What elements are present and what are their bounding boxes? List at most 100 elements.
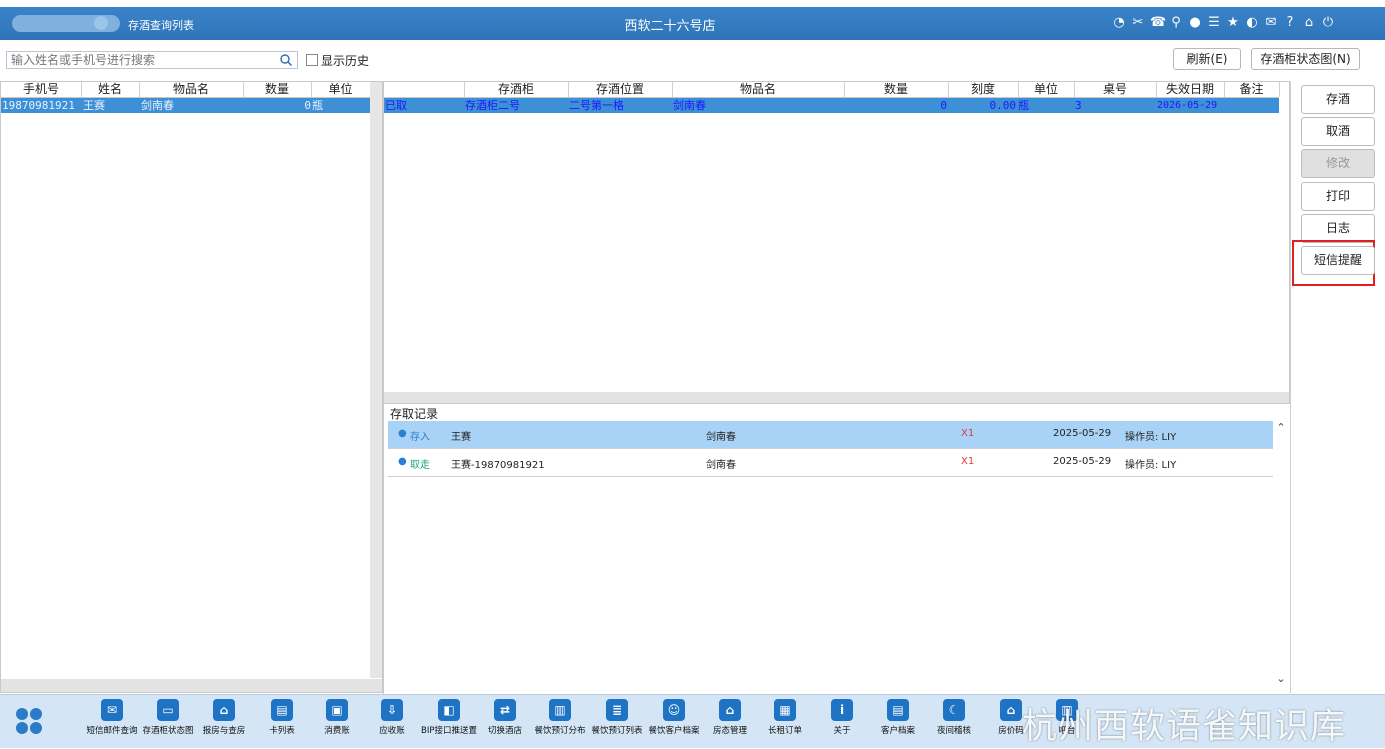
info-icon: i (831, 699, 853, 721)
bottom-item-bip[interactable]: ◧ BIP接口推送置 (418, 699, 480, 736)
bottom-item-card-list[interactable]: ▤ 卡列表 (260, 699, 304, 736)
col-name[interactable]: 姓名 (81, 82, 140, 97)
card-icon: ▤ (271, 699, 293, 721)
record-dot-icon: ● (398, 428, 407, 439)
col-position[interactable]: 存酒位置 (568, 82, 673, 97)
bottom-item-switch-hotel[interactable]: ⇄ 切换酒店 (483, 699, 527, 736)
palette-icon[interactable]: ● (1188, 15, 1202, 33)
bottom-item-dining-list[interactable]: ≣ 餐饮预订列表 (589, 699, 645, 736)
mail-icon[interactable]: ✉ (1264, 15, 1278, 33)
records-title: 存取记录 (390, 407, 439, 421)
tools-icon[interactable]: ✂ (1131, 15, 1145, 33)
phone-icon[interactable]: ☎ (1150, 15, 1166, 33)
bottom-item-sms-mail[interactable]: ✉ 短信邮件查询 (85, 699, 139, 736)
record-count: X1 (961, 428, 975, 439)
customer-icon: ☺ (663, 699, 685, 721)
table-row[interactable]: 19870981921 王赛 剑南春 0 瓶 (1, 98, 370, 113)
log-button[interactable]: 日志 (1301, 214, 1375, 243)
titlebar-icons: ◔ ✂ ☎ ⚲ ● ☰ ★ ◐ ✉ ? ⌂ ⏻ (1112, 15, 1335, 33)
house-icon: ⌂ (719, 699, 741, 721)
vertical-scrollbar[interactable] (370, 82, 382, 678)
col-status[interactable] (384, 82, 465, 97)
side-divider (1290, 81, 1291, 693)
wifi-icon[interactable]: ◔ (1112, 15, 1126, 33)
deposit-button[interactable]: 存酒 (1301, 85, 1375, 114)
bottom-item-room-report[interactable]: ⌂ 报房与查房 (198, 699, 250, 736)
cell-cabinet: 存酒柜二号 (465, 99, 520, 112)
window-title: 西软二十六号店 (624, 19, 716, 34)
refresh-button[interactable]: 刷新(E) (1173, 48, 1241, 70)
col-unit[interactable]: 单位 (1018, 82, 1075, 97)
horizontal-scrollbar[interactable] (1, 679, 382, 692)
cell-item: 剑南春 (673, 99, 706, 112)
search-icon[interactable] (279, 53, 293, 67)
bottom-item-consumption[interactable]: ▣ 消费账 (315, 699, 359, 736)
search-input[interactable] (11, 52, 273, 68)
record-item[interactable]: ● 取走 王赛-19870981921 剑南春 X1 2025-05-29 操作… (388, 449, 1273, 477)
bottom-item-receivable[interactable]: ⇩ 应收账 (370, 699, 414, 736)
col-scale[interactable]: 刻度 (948, 82, 1019, 97)
bottom-item-room-status[interactable]: ⌂ 房态管理 (708, 699, 752, 736)
withdraw-button[interactable]: 取酒 (1301, 117, 1375, 146)
cell-note (1225, 98, 1277, 113)
print-button[interactable]: 打印 (1301, 182, 1375, 211)
location-icon[interactable]: ⚲ (1169, 15, 1183, 33)
show-history-toggle[interactable]: 显示历史 (306, 52, 369, 68)
col-expiry[interactable]: 失效日期 (1156, 82, 1225, 97)
app-grid-icon[interactable] (13, 705, 45, 737)
col-unit[interactable]: 单位 (311, 82, 371, 97)
col-phone[interactable]: 手机号 (1, 82, 82, 97)
tab-label[interactable]: 存酒查询列表 (128, 17, 194, 33)
power-icon[interactable]: ⏻ (1321, 15, 1335, 33)
watermark: 杭州西软语雀知识库 (1022, 707, 1347, 747)
moon-icon: ☾ (943, 699, 965, 721)
show-history-checkbox[interactable] (306, 54, 318, 66)
contrast-icon[interactable]: ◐ (1245, 15, 1259, 33)
table-header: 手机号 姓名 物品名 数量 单位 (1, 82, 371, 98)
scroll-down-icon[interactable]: ⌄ (1274, 672, 1288, 686)
col-qty[interactable]: 数量 (243, 82, 312, 97)
mail-icon: ✉ (101, 699, 123, 721)
bottom-item-customer-profile[interactable]: ▤ 客户档案 (876, 699, 920, 736)
bottom-item-about[interactable]: i 关于 (830, 699, 854, 736)
cell-unit: 瓶 (1018, 99, 1029, 112)
record-item[interactable]: ● 存入 王赛 剑南春 X1 2025-05-29 操作员: LIY (388, 421, 1273, 449)
title-bar: 存酒查询列表 西软二十六号店 ◔ ✂ ☎ ⚲ ● ☰ ★ ◐ ✉ ? ⌂ ⏻ (0, 7, 1385, 40)
cell-unit: 瓶 (312, 99, 323, 112)
deposit-list-table: 手机号 姓名 物品名 数量 单位 19870981921 王赛 剑南春 0 瓶 (0, 81, 383, 693)
record-date: 2025-05-29 (1053, 428, 1112, 439)
bottom-item-night-audit[interactable]: ☾ 夜间稽核 (932, 699, 976, 736)
bottom-item-long-rent[interactable]: ▦ 长租订单 (763, 699, 807, 736)
bottom-item-dining-customers[interactable]: ☺ 餐饮客户档案 (646, 699, 702, 736)
tab-pill[interactable] (12, 15, 120, 32)
col-qty[interactable]: 数量 (844, 82, 949, 97)
cabinet-status-button[interactable]: 存酒柜状态图(N) (1251, 48, 1360, 70)
sms-reminder-button[interactable]: 短信提醒 (1301, 246, 1375, 275)
col-item[interactable]: 物品名 (672, 82, 845, 97)
record-dot-icon: ● (398, 456, 407, 467)
help-icon[interactable]: ? (1283, 15, 1297, 33)
scroll-up-icon[interactable]: ⌃ (1274, 421, 1288, 435)
modify-button[interactable]: 修改 (1301, 149, 1375, 178)
cell-phone: 19870981921 (2, 99, 75, 112)
col-item[interactable]: 物品名 (139, 82, 244, 97)
record-item-name: 剑南春 (706, 460, 736, 471)
record-person: 王赛 (451, 432, 471, 443)
list-icon: ≣ (606, 699, 628, 721)
access-records-panel: 存取记录 ● 存入 王赛 剑南春 X1 2025-05-29 操作员: LIY … (383, 404, 1290, 694)
bottom-item-cabinet-status[interactable]: ▭ 存酒柜状态图 (141, 699, 195, 736)
record-date: 2025-05-29 (1053, 456, 1112, 467)
bottom-item-dining-distribution[interactable]: ▥ 餐饮预订分布 (532, 699, 588, 736)
table-row[interactable]: 已取 存酒柜二号 二号第一格 剑南春 0 0.00 瓶 3 2026-05-29 (384, 98, 1279, 113)
cell-qty: 0 (304, 99, 311, 112)
house-icon: ⌂ (1000, 699, 1022, 721)
col-cabinet[interactable]: 存酒柜 (464, 82, 569, 97)
col-table-no[interactable]: 桌号 (1074, 82, 1157, 97)
home-icon[interactable]: ⌂ (1302, 15, 1316, 33)
star-icon[interactable]: ★ (1226, 15, 1240, 33)
rent-icon: ▦ (774, 699, 796, 721)
cell-expiry: 2026-05-29 (1157, 100, 1218, 111)
menu-icon[interactable]: ☰ (1207, 15, 1221, 33)
col-note[interactable]: 备注 (1224, 82, 1280, 97)
horizontal-scrollbar[interactable] (384, 392, 1289, 403)
